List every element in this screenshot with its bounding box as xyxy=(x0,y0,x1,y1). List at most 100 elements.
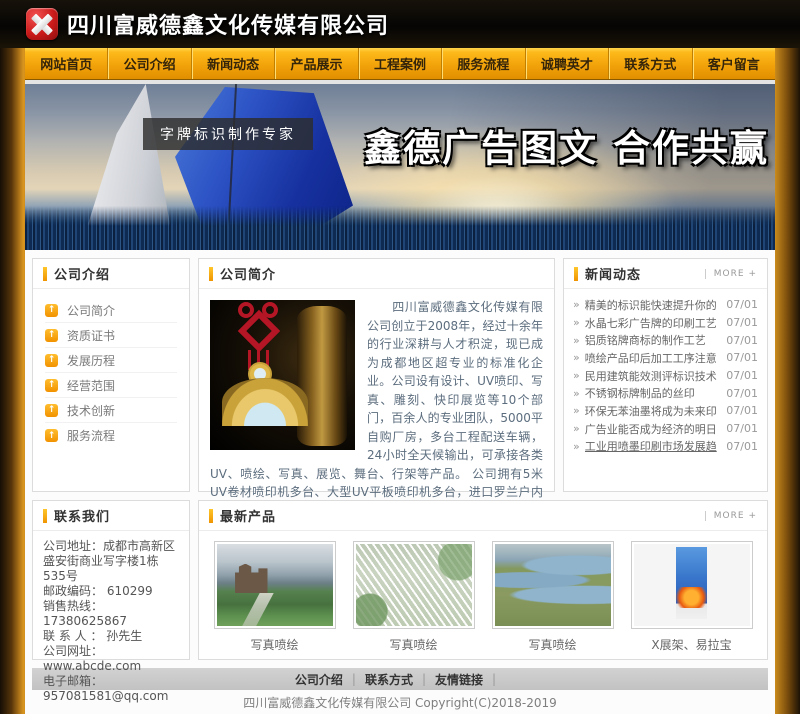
double-angle-bullet-icon: » xyxy=(573,387,580,400)
news-item[interactable]: » 喷绘产品印后加工工序注意 07/01 xyxy=(573,349,758,367)
up-arrow-icon: ↑ xyxy=(45,429,58,442)
news-panel: 新闻动态 MORE + » 精美的标识能快速提升你的 07/01 » 水晶七彩广… xyxy=(563,258,768,492)
up-arrow-icon: ↑ xyxy=(45,404,58,417)
news-date: 07/01 xyxy=(726,404,758,417)
contact-address: 公司地址：成都市高新区盛安街商业写字楼1栋535号 xyxy=(43,539,179,584)
product-photo-frame xyxy=(631,541,753,629)
footer-separator: | xyxy=(352,672,356,686)
panel-header: 新闻动态 MORE + xyxy=(564,259,767,289)
sidebar-item-profile[interactable]: ↑ 公司简介 xyxy=(45,298,177,323)
double-angle-bullet-icon: » xyxy=(573,351,580,364)
sidebar-item-history[interactable]: ↑ 发展历程 xyxy=(45,348,177,373)
footer-separator: | xyxy=(492,672,496,686)
product-card[interactable]: 写真喷绘 xyxy=(205,541,344,653)
sidebar-item-scope[interactable]: ↑ 经营范围 xyxy=(45,373,177,398)
nav-item-news[interactable]: 新闻动态 xyxy=(191,48,274,79)
news-date: 07/01 xyxy=(726,440,758,453)
news-date: 07/01 xyxy=(726,298,758,311)
news-item[interactable]: » 水晶七彩广告牌的印刷工艺 07/01 xyxy=(573,314,758,332)
product-caption: X展架、易拉宝 xyxy=(651,636,731,653)
sidebar-item-service-process[interactable]: ↑ 服务流程 xyxy=(45,423,177,448)
x-blades-logo-icon xyxy=(26,8,58,40)
footer-link-friendlinks[interactable]: 友情链接 xyxy=(435,671,483,688)
sidebar-item-innovation[interactable]: ↑ 技术创新 xyxy=(45,398,177,423)
gold-accent-bar xyxy=(209,509,213,523)
double-angle-bullet-icon: » xyxy=(573,422,580,435)
nav-item-cases[interactable]: 工程案例 xyxy=(358,48,441,79)
panel-title: 公司介绍 xyxy=(54,264,110,283)
news-item[interactable]: » 铝质铭牌商标的制作工艺 07/01 xyxy=(573,331,758,349)
page-background: 网站首页 公司介绍 新闻动态 产品展示 工程案例 服务流程 诚聘英才 联系方式 … xyxy=(0,48,800,714)
double-angle-bullet-icon: » xyxy=(573,334,580,347)
news-item[interactable]: » 精美的标识能快速提升你的 07/01 xyxy=(573,296,758,314)
contact-website: 公司网址： www.abcde.com xyxy=(43,644,179,674)
content-wrapper: 公司介绍 ↑ 公司简介 ↑ 资质证书 ↑ 发展历程 xyxy=(25,250,775,714)
news-item[interactable]: » 环保无苯油墨将成为未来印 07/01 xyxy=(573,402,758,420)
gold-accent-bar xyxy=(574,267,578,281)
panel-header: 公司介绍 xyxy=(33,259,189,289)
nav-item-about[interactable]: 公司介绍 xyxy=(107,48,190,79)
product-card[interactable]: 写真喷绘 xyxy=(344,541,483,653)
product-card[interactable]: X展架、易拉宝 xyxy=(622,541,761,653)
product-card[interactable]: 写真喷绘 xyxy=(483,541,622,653)
news-item[interactable]: » 民用建筑能效测评标识技术 07/01 xyxy=(573,367,758,385)
up-arrow-icon: ↑ xyxy=(45,304,58,317)
product-caption: 写真喷绘 xyxy=(250,636,298,653)
nav-item-service-process[interactable]: 服务流程 xyxy=(441,48,524,79)
news-date: 07/01 xyxy=(726,316,758,329)
news-date: 07/01 xyxy=(726,334,758,347)
footer-link-about[interactable]: 公司介绍 xyxy=(295,671,343,688)
contact-info: 公司地址：成都市高新区盛安街商业写字楼1栋535号 邮政编码： 610299 销… xyxy=(33,531,189,704)
sidebar-item-certificates[interactable]: ↑ 资质证书 xyxy=(45,323,177,348)
nav-item-home[interactable]: 网站首页 xyxy=(25,48,107,79)
hero-banner: 字牌标识制作专家 鑫德广告图文 合作共赢 xyxy=(25,84,775,250)
up-arrow-icon: ↑ xyxy=(45,329,58,342)
nav-item-jobs[interactable]: 诚聘英才 xyxy=(525,48,608,79)
site-title: 四川富威德鑫文化传媒有限公司 xyxy=(67,8,389,40)
chinese-knot-photo xyxy=(210,300,355,450)
product-caption: 写真喷绘 xyxy=(528,636,576,653)
nav-item-products[interactable]: 产品展示 xyxy=(274,48,357,79)
panel-title: 新闻动态 xyxy=(585,264,641,283)
panel-header: 公司简介 xyxy=(199,259,554,289)
gold-accent-bar xyxy=(43,267,47,281)
news-date: 07/01 xyxy=(726,387,758,400)
latest-products-panel: 最新产品 MORE + 写真喷绘 写真喷绘 xyxy=(198,500,768,660)
panel-title: 联系我们 xyxy=(54,506,110,525)
news-date: 07/01 xyxy=(726,369,758,382)
panel-header: 联系我们 xyxy=(33,501,189,531)
banner-tagline: 字牌标识制作专家 xyxy=(143,118,313,150)
main-nav: 网站首页 公司介绍 新闻动态 产品展示 工程案例 服务流程 诚聘英才 联系方式 … xyxy=(25,48,775,80)
news-item[interactable]: » 工业用喷墨印刷市场发展趋 07/01 xyxy=(573,438,758,456)
gold-accent-bar xyxy=(43,509,47,523)
news-item[interactable]: » 广告业能否成为经济的明日 07/01 xyxy=(573,420,758,438)
panel-title: 公司简介 xyxy=(220,264,276,283)
xbanner-poster-photo xyxy=(634,544,750,626)
double-angle-bullet-icon: » xyxy=(573,316,580,329)
product-caption: 写真喷绘 xyxy=(389,636,437,653)
footer-separator: | xyxy=(422,672,426,686)
products-more-link[interactable]: MORE + xyxy=(705,511,757,521)
castle-photo xyxy=(217,544,333,626)
panel-title: 最新产品 xyxy=(220,506,276,525)
fan-pendant-shape xyxy=(222,378,308,426)
contact-hotline: 销售热线： 17380625867 xyxy=(43,599,179,629)
up-arrow-icon: ↑ xyxy=(45,354,58,367)
product-photo-frame xyxy=(353,541,475,629)
sidebar-menu: ↑ 公司简介 ↑ 资质证书 ↑ 发展历程 ↑ 经营范围 xyxy=(33,289,189,448)
product-photo-frame xyxy=(492,541,614,629)
banner-headline: 鑫德广告图文 合作共赢 xyxy=(364,118,769,172)
aerial-plan-photo xyxy=(356,544,472,626)
company-intro-panel: 公司介绍 ↑ 公司简介 ↑ 资质证书 ↑ 发展历程 xyxy=(32,258,190,492)
news-more-link[interactable]: MORE + xyxy=(705,269,757,279)
gold-accent-bar xyxy=(209,267,213,281)
contact-email: 957081581@qq.com xyxy=(43,689,179,704)
footer-link-contact[interactable]: 联系方式 xyxy=(365,671,413,688)
nav-item-feedback[interactable]: 客户留言 xyxy=(692,48,775,79)
news-date: 07/01 xyxy=(726,351,758,364)
news-item[interactable]: » 不锈钢标牌制品的丝印 07/01 xyxy=(573,384,758,402)
panel-header: 最新产品 MORE + xyxy=(199,501,767,531)
nav-item-contact[interactable]: 联系方式 xyxy=(608,48,691,79)
double-angle-bullet-icon: » xyxy=(573,298,580,311)
river-photo xyxy=(495,544,611,626)
